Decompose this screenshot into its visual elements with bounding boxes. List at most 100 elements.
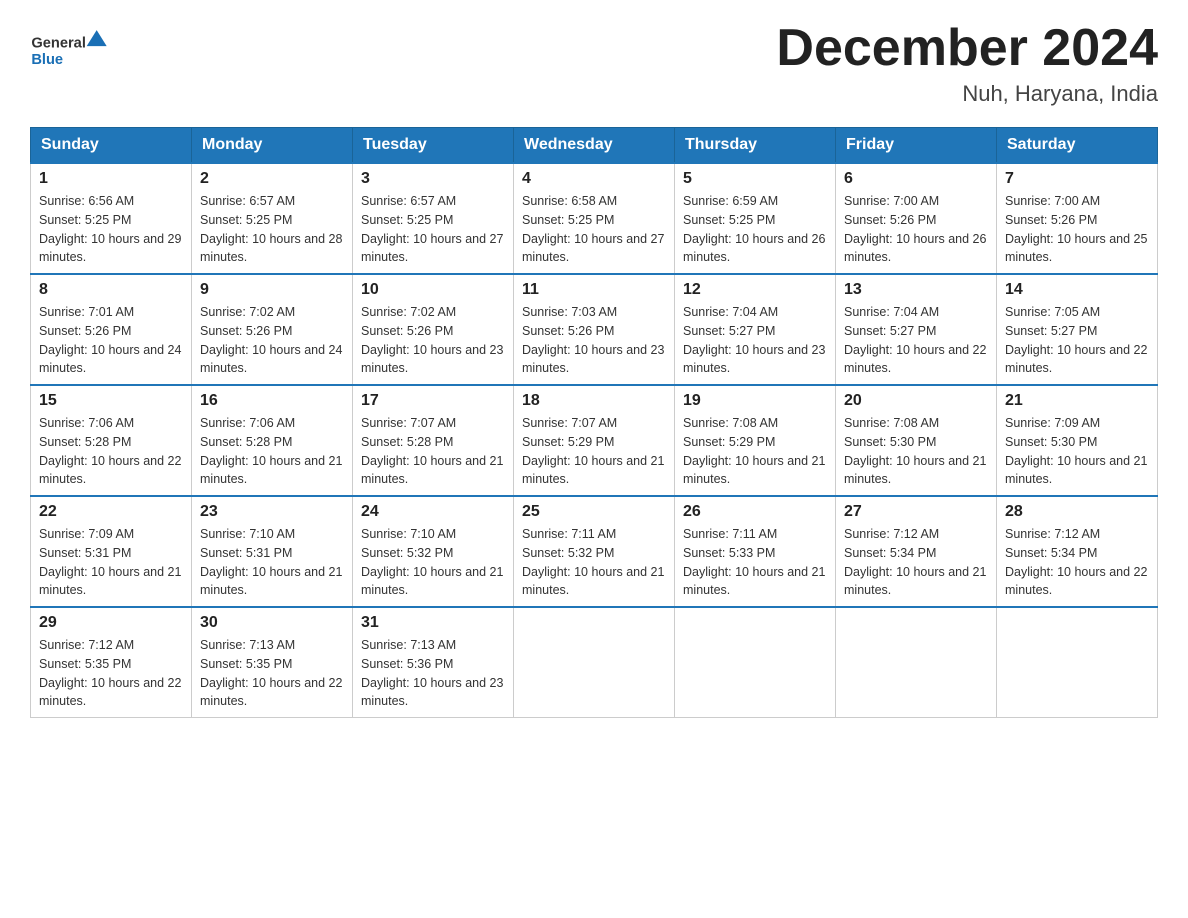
day-info: Sunrise: 7:09 AMSunset: 5:30 PMDaylight:… [1005, 414, 1149, 489]
day-number: 31 [361, 614, 505, 632]
calendar-day-cell: 11 Sunrise: 7:03 AMSunset: 5:26 PMDayligh… [514, 274, 675, 385]
weekday-header-row: SundayMondayTuesdayWednesdayThursdayFrid… [31, 128, 1158, 164]
day-number: 15 [39, 392, 183, 410]
day-info: Sunrise: 7:06 AMSunset: 5:28 PMDaylight:… [39, 414, 183, 489]
day-number: 29 [39, 614, 183, 632]
day-info: Sunrise: 7:01 AMSunset: 5:26 PMDaylight:… [39, 303, 183, 378]
day-info: Sunrise: 6:56 AMSunset: 5:25 PMDaylight:… [39, 192, 183, 267]
calendar-day-cell: 6 Sunrise: 7:00 AMSunset: 5:26 PMDaylight… [836, 163, 997, 274]
calendar-day-cell [836, 607, 997, 718]
day-number: 23 [200, 503, 344, 521]
calendar-day-cell: 18Sunrise: 7:07 AMSunset: 5:29 PMDayligh… [514, 385, 675, 496]
day-number: 26 [683, 503, 827, 521]
calendar-week-row: 1 Sunrise: 6:56 AMSunset: 5:25 PMDaylight… [31, 163, 1158, 274]
day-info: Sunrise: 7:00 AMSunset: 5:26 PMDaylight:… [844, 192, 988, 267]
page-header: General Blue December 2024 Nuh, Haryana,… [30, 20, 1158, 107]
day-info: Sunrise: 7:11 AMSunset: 5:32 PMDaylight:… [522, 525, 666, 600]
svg-text:Blue: Blue [31, 52, 63, 68]
calendar-day-cell: 7Sunrise: 7:00 AMSunset: 5:26 PMDaylight… [997, 163, 1158, 274]
calendar-day-cell: 12 Sunrise: 7:04 AMSunset: 5:27 PMDayligh… [675, 274, 836, 385]
day-number: 22 [39, 503, 183, 521]
day-number: 30 [200, 614, 344, 632]
day-info: Sunrise: 7:08 AMSunset: 5:30 PMDaylight:… [844, 414, 988, 489]
weekday-header-thursday: Thursday [675, 128, 836, 164]
logo-image: General Blue [30, 20, 110, 75]
day-info: Sunrise: 7:12 AMSunset: 5:34 PMDaylight:… [1005, 525, 1149, 600]
day-number: 12 [683, 281, 827, 299]
day-number: 6 [844, 170, 988, 188]
calendar-day-cell [997, 607, 1158, 718]
weekday-header-saturday: Saturday [997, 128, 1158, 164]
day-number: 1 [39, 170, 183, 188]
calendar-week-row: 29Sunrise: 7:12 AMSunset: 5:35 PMDayligh… [31, 607, 1158, 718]
calendar-day-cell [514, 607, 675, 718]
day-number: 5 [683, 170, 827, 188]
calendar-day-cell: 4Sunrise: 6:58 AMSunset: 5:25 PMDaylight… [514, 163, 675, 274]
day-info: Sunrise: 7:04 AMSunset: 5:27 PMDaylight:… [683, 303, 827, 378]
calendar-header: SundayMondayTuesdayWednesdayThursdayFrid… [31, 128, 1158, 164]
day-number: 7 [1005, 170, 1149, 188]
calendar-day-cell: 21 Sunrise: 7:09 AMSunset: 5:30 PMDayligh… [997, 385, 1158, 496]
day-number: 4 [522, 170, 666, 188]
calendar-day-cell: 31 Sunrise: 7:13 AMSunset: 5:36 PMDayligh… [353, 607, 514, 718]
day-info: Sunrise: 6:57 AMSunset: 5:25 PMDaylight:… [361, 192, 505, 267]
day-number: 13 [844, 281, 988, 299]
day-number: 11 [522, 281, 666, 299]
day-number: 18 [522, 392, 666, 410]
day-info: Sunrise: 7:07 AMSunset: 5:28 PMDaylight:… [361, 414, 505, 489]
calendar-day-cell: 26Sunrise: 7:11 AMSunset: 5:33 PMDayligh… [675, 496, 836, 607]
calendar-table: SundayMondayTuesdayWednesdayThursdayFrid… [30, 127, 1158, 718]
title-block: December 2024 Nuh, Haryana, India [776, 20, 1158, 107]
day-info: Sunrise: 7:09 AMSunset: 5:31 PMDaylight:… [39, 525, 183, 600]
day-info: Sunrise: 7:06 AMSunset: 5:28 PMDaylight:… [200, 414, 344, 489]
calendar-day-cell [675, 607, 836, 718]
calendar-day-cell: 24 Sunrise: 7:10 AMSunset: 5:32 PMDayligh… [353, 496, 514, 607]
calendar-title: December 2024 [776, 20, 1158, 77]
day-info: Sunrise: 7:05 AMSunset: 5:27 PMDaylight:… [1005, 303, 1149, 378]
day-number: 9 [200, 281, 344, 299]
calendar-day-cell: 25 Sunrise: 7:11 AMSunset: 5:32 PMDayligh… [514, 496, 675, 607]
calendar-week-row: 8 Sunrise: 7:01 AMSunset: 5:26 PMDaylight… [31, 274, 1158, 385]
day-number: 24 [361, 503, 505, 521]
day-number: 16 [200, 392, 344, 410]
day-number: 10 [361, 281, 505, 299]
calendar-day-cell: 29Sunrise: 7:12 AMSunset: 5:35 PMDayligh… [31, 607, 192, 718]
day-number: 28 [1005, 503, 1149, 521]
calendar-day-cell: 5Sunrise: 6:59 AMSunset: 5:25 PMDaylight… [675, 163, 836, 274]
day-info: Sunrise: 7:12 AMSunset: 5:34 PMDaylight:… [844, 525, 988, 600]
calendar-day-cell: 16 Sunrise: 7:06 AMSunset: 5:28 PMDayligh… [192, 385, 353, 496]
day-info: Sunrise: 7:10 AMSunset: 5:32 PMDaylight:… [361, 525, 505, 600]
calendar-subtitle: Nuh, Haryana, India [776, 81, 1158, 107]
calendar-day-cell: 23 Sunrise: 7:10 AMSunset: 5:31 PMDayligh… [192, 496, 353, 607]
day-info: Sunrise: 7:02 AMSunset: 5:26 PMDaylight:… [200, 303, 344, 378]
day-info: Sunrise: 7:04 AMSunset: 5:27 PMDaylight:… [844, 303, 988, 378]
calendar-day-cell: 17Sunrise: 7:07 AMSunset: 5:28 PMDayligh… [353, 385, 514, 496]
weekday-header-wednesday: Wednesday [514, 128, 675, 164]
calendar-day-cell: 28 Sunrise: 7:12 AMSunset: 5:34 PMDayligh… [997, 496, 1158, 607]
calendar-day-cell: 30Sunrise: 7:13 AMSunset: 5:35 PMDayligh… [192, 607, 353, 718]
day-number: 25 [522, 503, 666, 521]
calendar-day-cell: 13 Sunrise: 7:04 AMSunset: 5:27 PMDayligh… [836, 274, 997, 385]
day-info: Sunrise: 6:57 AMSunset: 5:25 PMDaylight:… [200, 192, 344, 267]
calendar-day-cell: 20 Sunrise: 7:08 AMSunset: 5:30 PMDayligh… [836, 385, 997, 496]
day-number: 21 [1005, 392, 1149, 410]
day-info: Sunrise: 7:10 AMSunset: 5:31 PMDaylight:… [200, 525, 344, 600]
day-info: Sunrise: 7:02 AMSunset: 5:26 PMDaylight:… [361, 303, 505, 378]
calendar-day-cell: 1 Sunrise: 6:56 AMSunset: 5:25 PMDaylight… [31, 163, 192, 274]
calendar-day-cell: 3 Sunrise: 6:57 AMSunset: 5:25 PMDaylight… [353, 163, 514, 274]
day-number: 14 [1005, 281, 1149, 299]
day-number: 27 [844, 503, 988, 521]
calendar-day-cell: 8 Sunrise: 7:01 AMSunset: 5:26 PMDaylight… [31, 274, 192, 385]
weekday-header-monday: Monday [192, 128, 353, 164]
day-info: Sunrise: 7:03 AMSunset: 5:26 PMDaylight:… [522, 303, 666, 378]
day-number: 20 [844, 392, 988, 410]
day-number: 3 [361, 170, 505, 188]
calendar-week-row: 15 Sunrise: 7:06 AMSunset: 5:28 PMDayligh… [31, 385, 1158, 496]
calendar-day-cell: 2Sunrise: 6:57 AMSunset: 5:25 PMDaylight… [192, 163, 353, 274]
weekday-header-friday: Friday [836, 128, 997, 164]
calendar-day-cell: 15 Sunrise: 7:06 AMSunset: 5:28 PMDayligh… [31, 385, 192, 496]
calendar-day-cell: 9 Sunrise: 7:02 AMSunset: 5:26 PMDaylight… [192, 274, 353, 385]
day-info: Sunrise: 7:13 AMSunset: 5:36 PMDaylight:… [361, 636, 505, 711]
day-info: Sunrise: 7:08 AMSunset: 5:29 PMDaylight:… [683, 414, 827, 489]
day-number: 8 [39, 281, 183, 299]
